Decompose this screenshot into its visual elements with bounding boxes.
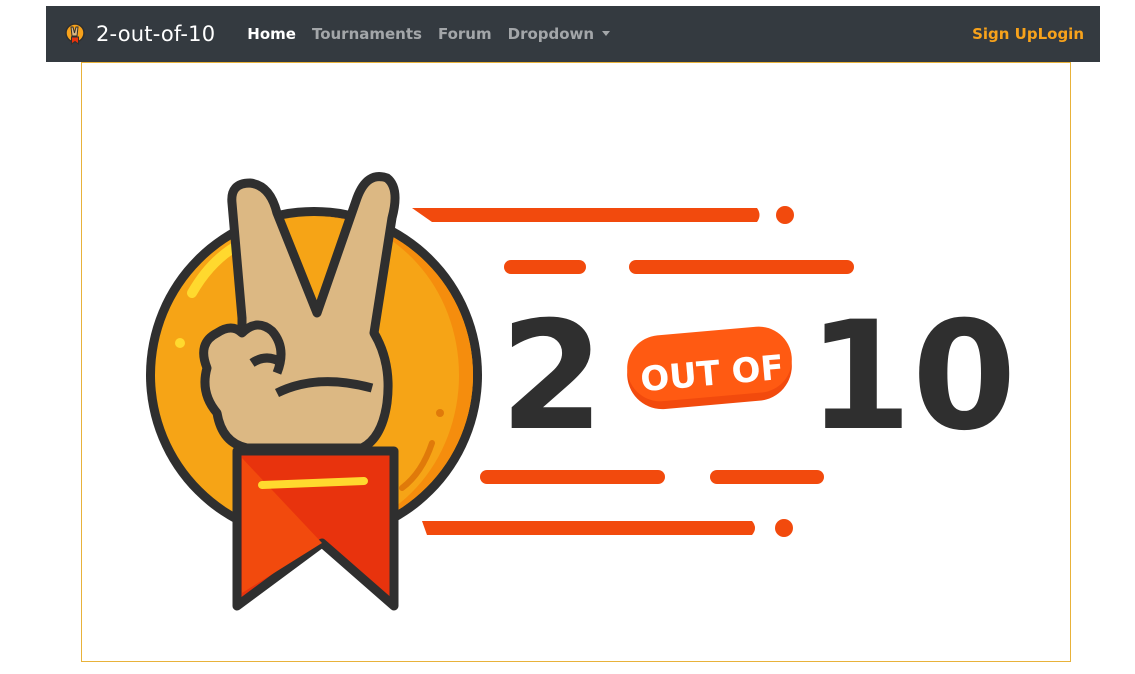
login-link[interactable]: Login [1038,25,1084,43]
auth-links: Sign Up Login [972,25,1084,43]
logo-number-left: 2 [500,290,604,464]
sign-up-link[interactable]: Sign Up [972,25,1038,43]
brand-link[interactable]: 2-out-of-10 [64,22,215,46]
nav-home[interactable]: Home [239,25,304,43]
out-of-badge: OUT OF [627,326,792,410]
navbar: 2-out-of-10 Home Tournaments Forum Dropd… [46,6,1100,62]
logo-number-right: 10 [808,290,1017,464]
dropdown-caret-icon [602,31,611,36]
nav-forum[interactable]: Forum [430,25,500,43]
hero-banner: 2 OUT OF 10 [81,62,1071,662]
ribbon [232,446,399,611]
nav-dropdown-label: Dropdown [507,25,595,43]
brand-name: 2-out-of-10 [96,22,216,46]
brand-logo-icon [65,23,85,45]
nav-dropdown[interactable]: Dropdown [500,25,618,43]
main-nav: Home Tournaments Forum Dropdown [239,25,618,43]
hero-logo: 2 OUT OF 10 [146,172,1017,611]
nav-tournaments[interactable]: Tournaments [304,25,430,43]
